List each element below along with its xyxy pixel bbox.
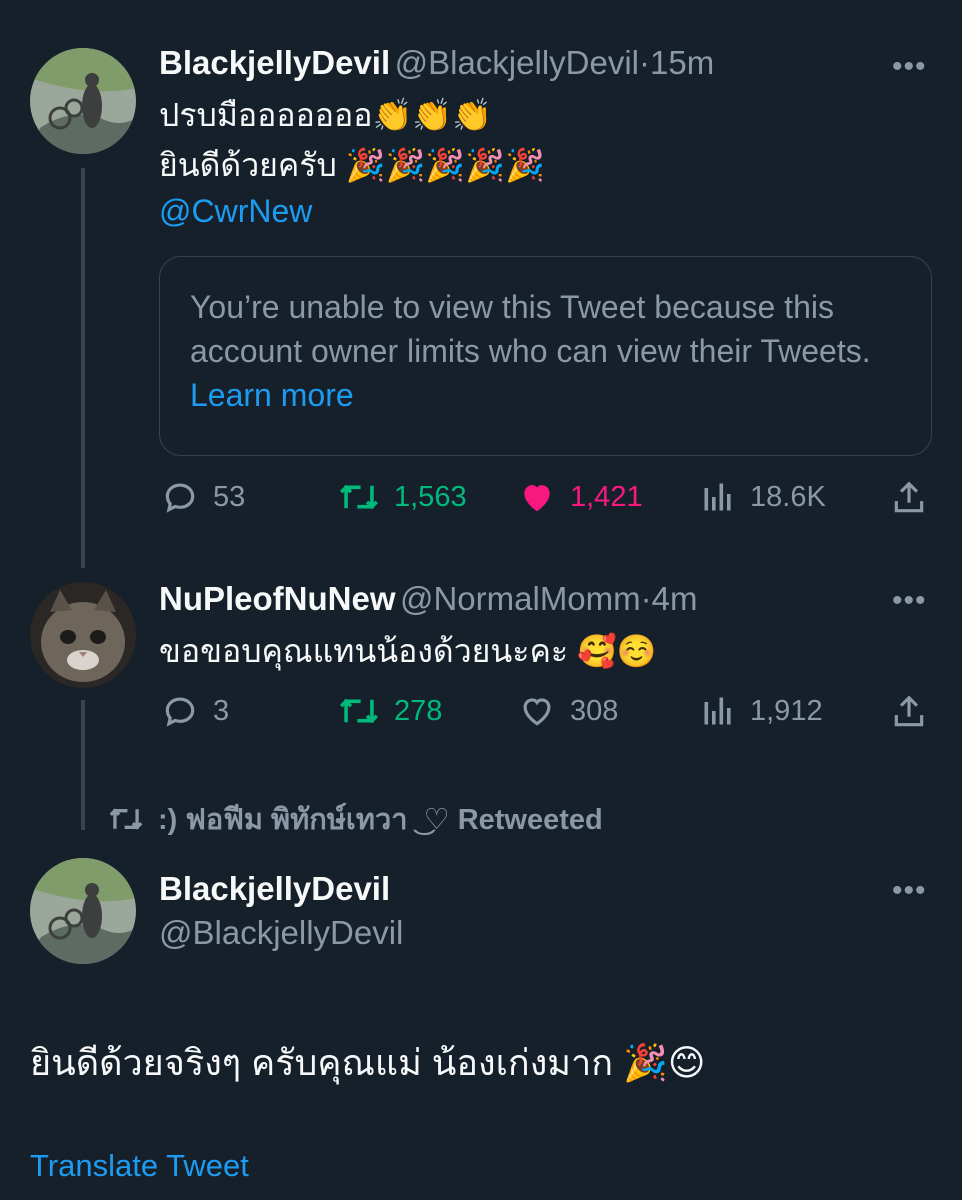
share-icon xyxy=(894,695,924,727)
view-count: 18.6K xyxy=(750,480,826,513)
retweeted-by-bar[interactable]: :) ฟอฟีม พิทักษ์เทวา ͜ ♡ Retweeted xyxy=(108,796,603,842)
learn-more-link[interactable]: Learn more xyxy=(190,377,354,413)
tweet-header: BlackjellyDevil @BlackjellyDevil·15m xyxy=(159,44,714,82)
display-name[interactable]: BlackjellyDevil xyxy=(159,44,390,81)
retweeted-by-text: :) ฟอฟีม พิทักษ์เทวา ͜ ♡ Retweeted xyxy=(158,804,603,836)
more-icon[interactable]: ••• xyxy=(892,50,927,84)
user-handle[interactable]: @BlackjellyDevil xyxy=(395,44,639,81)
tweet-text-line-2: ยินดีด้วยครับ 🎉🎉🎉🎉🎉 xyxy=(159,147,545,183)
retweet-button[interactable]: 1,563 xyxy=(338,478,467,516)
reply-icon xyxy=(165,483,195,513)
more-icon[interactable]: ••• xyxy=(892,584,927,618)
retweet-count: 278 xyxy=(394,694,443,727)
thread-line xyxy=(81,168,85,568)
views-button[interactable]: 18.6K xyxy=(700,478,826,516)
heart-outline-icon xyxy=(523,698,551,726)
avatar[interactable] xyxy=(30,858,136,964)
retweet-icon xyxy=(109,808,143,830)
views-button[interactable]: 1,912 xyxy=(700,692,823,730)
share-button[interactable] xyxy=(890,478,942,518)
thread-line xyxy=(81,700,85,830)
avatar[interactable] xyxy=(30,582,136,688)
like-button[interactable]: 1,421 xyxy=(518,478,643,516)
timestamp[interactable]: 4m xyxy=(652,580,698,617)
unavailable-message: You’re unable to view this Tweet because… xyxy=(190,289,871,369)
separator-dot: · xyxy=(640,580,652,617)
retweet-icon xyxy=(339,698,379,724)
retweet-button[interactable]: 278 xyxy=(338,692,442,730)
retweet-count: 1,563 xyxy=(394,480,467,513)
more-icon[interactable]: ••• xyxy=(892,874,927,908)
user-handle[interactable]: @BlackjellyDevil xyxy=(159,914,403,952)
separator-dot: · xyxy=(639,44,650,81)
like-button[interactable]: 308 xyxy=(518,692,618,730)
heart-filled-icon xyxy=(524,485,550,512)
views-chart-icon xyxy=(704,483,731,511)
user-handle[interactable]: @NormalMomm xyxy=(400,580,641,617)
quoted-tweet-unavailable[interactable]: You’re unable to view this Tweet because… xyxy=(159,256,932,456)
tweet-text: ยินดีด้วยจริงๆ ครับคุณแม่ น้องเก่งมาก 🎉😊 xyxy=(30,1042,706,1083)
mention-link[interactable]: @CwrNew xyxy=(159,193,312,230)
like-count: 308 xyxy=(570,694,619,727)
like-count: 1,421 xyxy=(570,480,643,513)
share-button[interactable] xyxy=(890,692,942,732)
timestamp[interactable]: 15m xyxy=(650,44,714,81)
reply-count: 3 xyxy=(213,694,230,727)
views-chart-icon xyxy=(704,697,731,725)
tweet-header: NuPleofNuNew @NormalMomm·4m xyxy=(159,580,697,618)
retweet-icon xyxy=(339,484,379,510)
reply-icon xyxy=(165,697,195,727)
tweet-text-line-1: ปรบมือออออออ👏👏👏 xyxy=(159,97,492,133)
reply-count: 53 xyxy=(213,480,246,513)
avatar[interactable] xyxy=(30,48,136,154)
display-name[interactable]: NuPleofNuNew xyxy=(159,580,396,617)
reply-button[interactable]: 3 xyxy=(161,692,229,730)
reply-button[interactable]: 53 xyxy=(161,478,245,516)
view-count: 1,912 xyxy=(750,694,823,727)
translate-tweet-link[interactable]: Translate Tweet xyxy=(30,1148,249,1184)
share-icon xyxy=(894,481,924,513)
display-name[interactable]: BlackjellyDevil xyxy=(159,870,390,908)
tweet-text: ขอขอบคุณแทนน้องด้วยนะคะ 🥰☺️ xyxy=(159,633,657,669)
